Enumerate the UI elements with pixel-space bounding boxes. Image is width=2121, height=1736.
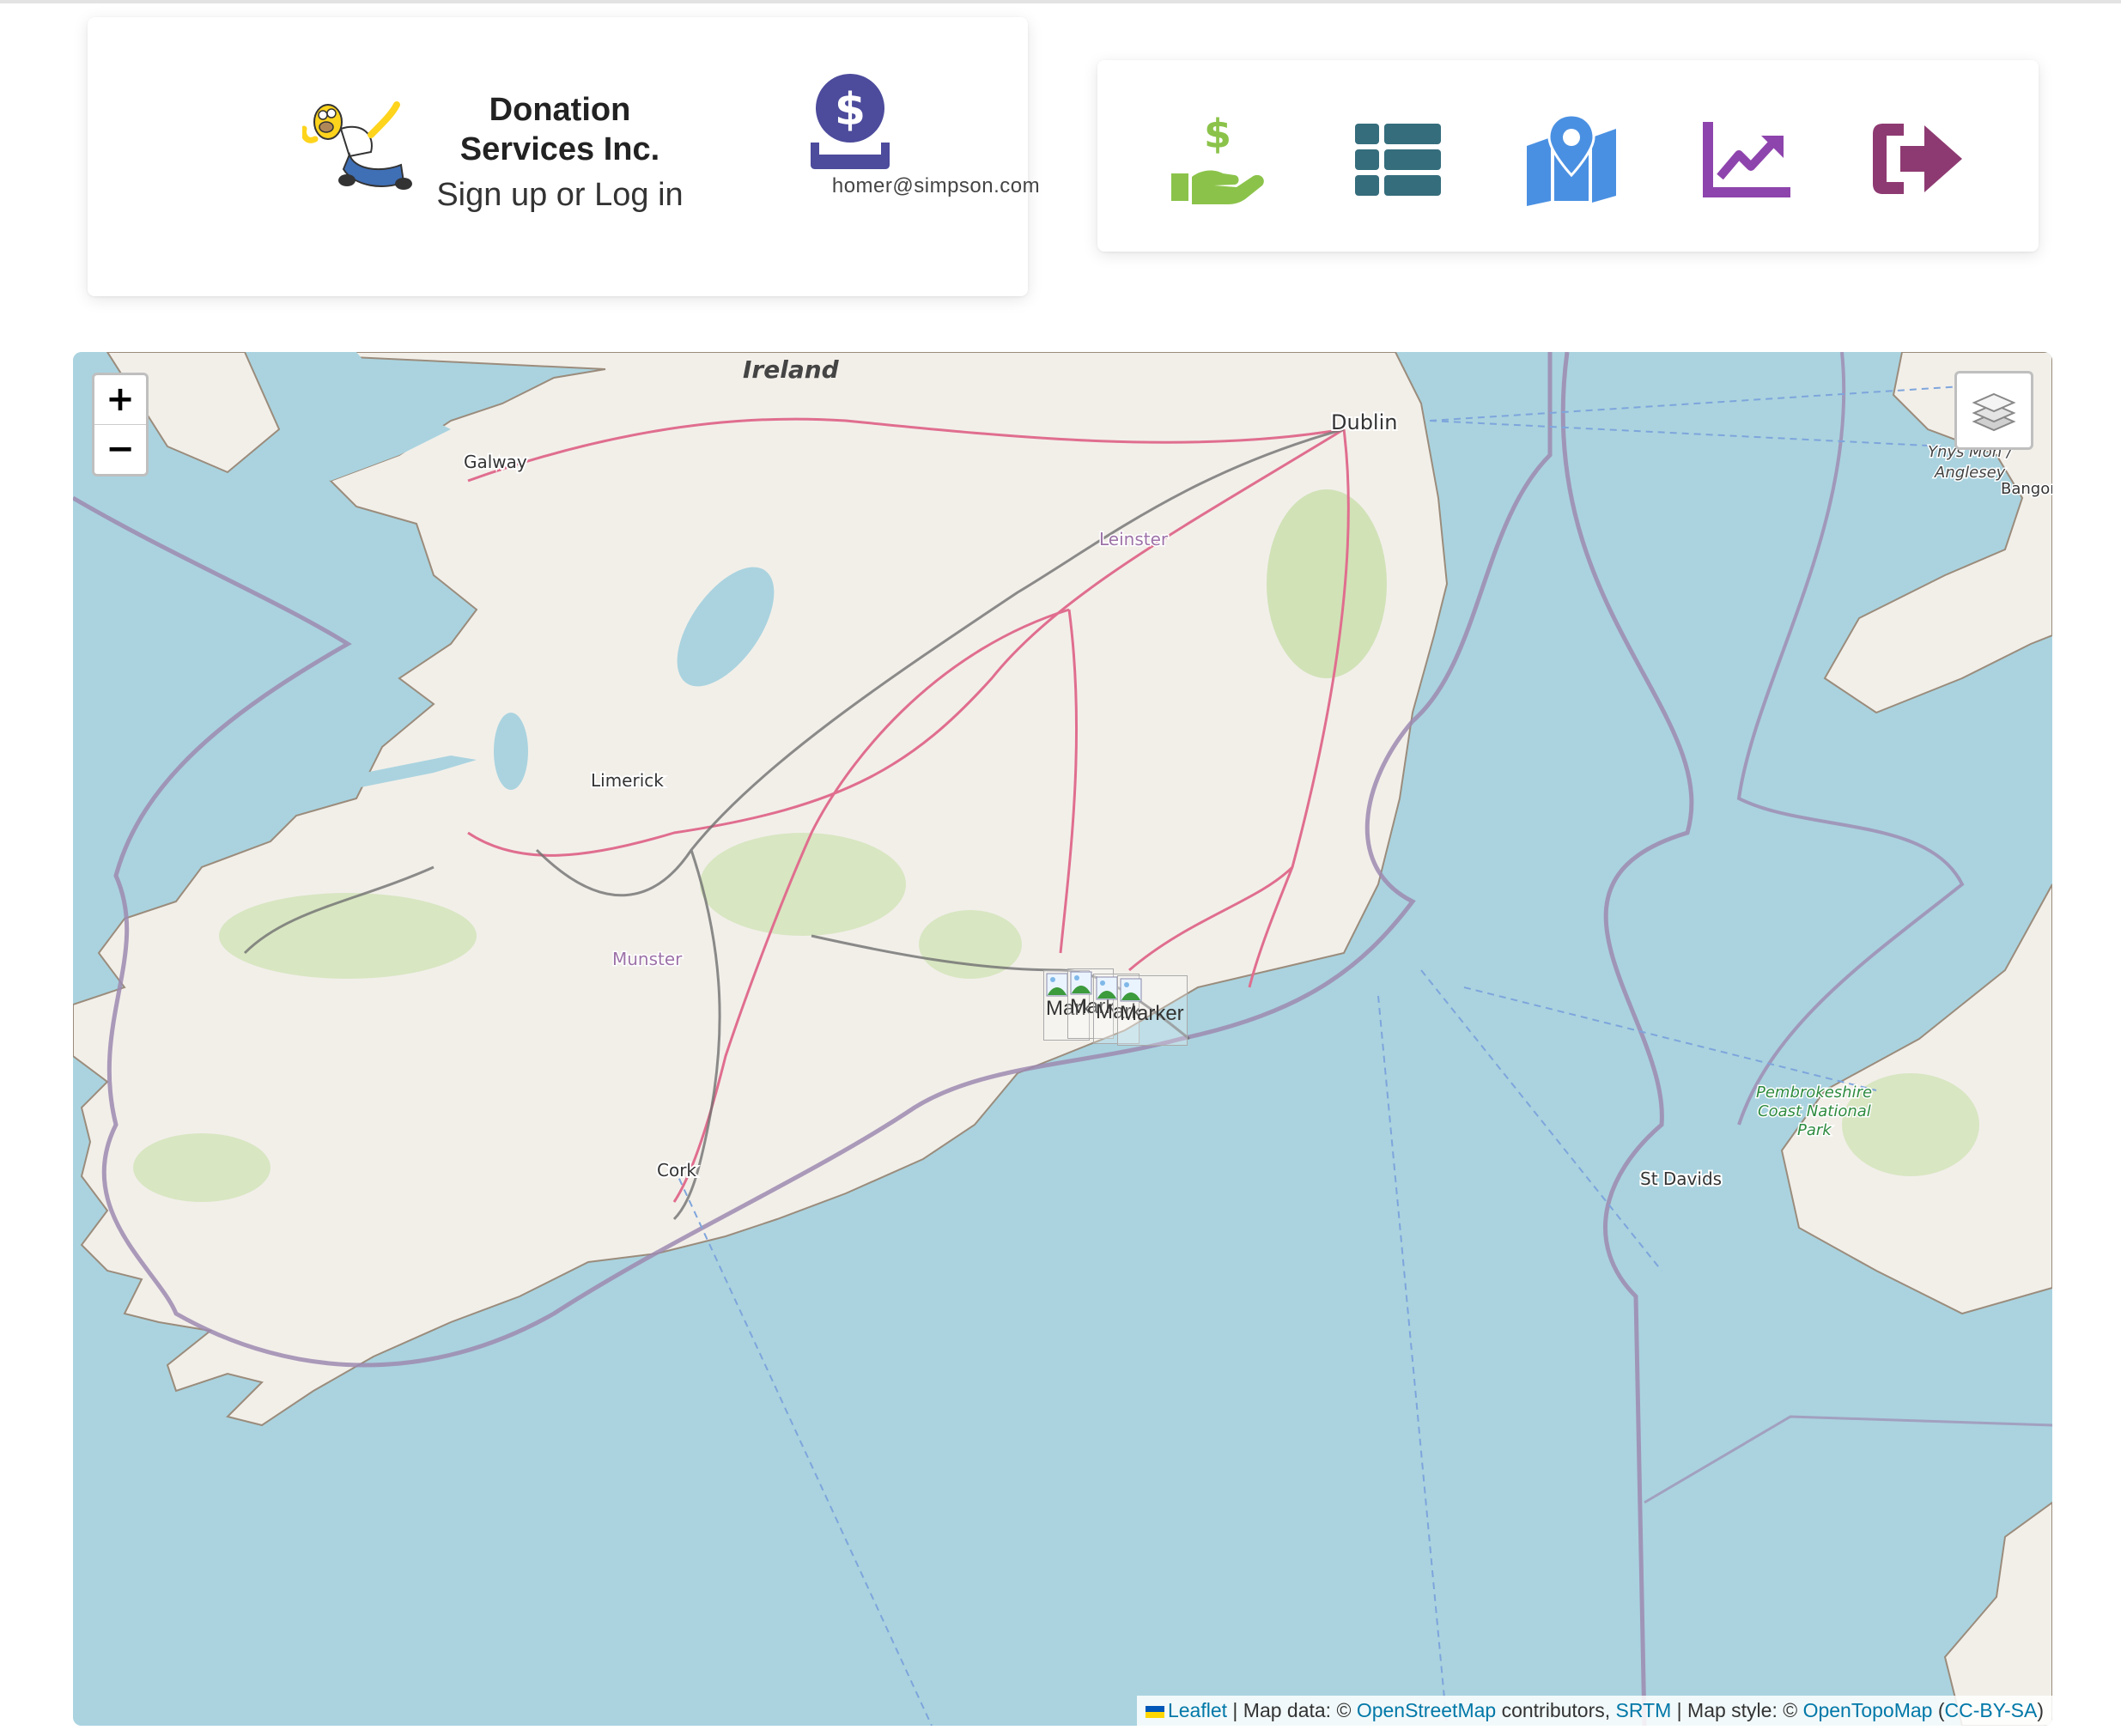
user-email: homer@simpson.com <box>831 174 1041 197</box>
app-title: Donation Services Inc. <box>459 92 660 167</box>
label-galway: Galway <box>464 452 527 472</box>
svg-text:$: $ <box>1204 112 1231 157</box>
ukraine-flag-icon <box>1145 1705 1164 1718</box>
sign-out-icon[interactable] <box>1866 112 1969 206</box>
list-icon[interactable] <box>1346 112 1449 206</box>
label-bangor: Bangor <box>2001 480 2052 498</box>
zoom-control: + − <box>92 373 149 476</box>
nav-card: $ <box>1097 60 2039 252</box>
attribution-text: ( <box>1932 1699 1945 1721</box>
srtm-link[interactable]: SRTM <box>1616 1699 1672 1721</box>
map-attribution: Leaflet | Map data: © OpenStreetMap cont… <box>1136 1696 2052 1726</box>
marker-label: Marker <box>1120 1002 1184 1025</box>
label-cork: Cork <box>657 1160 696 1181</box>
broken-image-icon <box>1120 978 1142 1002</box>
layers-icon <box>1972 392 2016 432</box>
chart-line-icon[interactable] <box>1694 112 1797 206</box>
zoom-out-button[interactable]: − <box>94 424 146 474</box>
user-donation-icon: $ <box>811 74 890 169</box>
label-pembrokeshire: Pembrokeshire <box>1756 1083 1872 1102</box>
label-st-davids: St Davids <box>1640 1168 1722 1189</box>
label-limerick: Limerick <box>591 770 664 791</box>
label-dublin: Dublin <box>1331 410 1397 434</box>
attribution-text: ) <box>2037 1699 2044 1721</box>
broken-image-icon <box>1070 971 1092 995</box>
top-border <box>0 0 2121 3</box>
homer-mascot-image <box>302 101 412 190</box>
label-leinster: Leinster <box>1099 529 1169 549</box>
donate-hand-icon[interactable]: $ <box>1166 112 1269 206</box>
map-marker-icon[interactable] <box>1520 112 1623 206</box>
broken-image-icon <box>1046 973 1068 997</box>
zoom-in-button[interactable]: + <box>94 375 146 424</box>
attribution-text: | Map data: © <box>1227 1699 1357 1721</box>
map-view[interactable]: Ireland Dublin Galway Leinster Limerick … <box>73 352 2052 1726</box>
openstreetmap-link[interactable]: OpenStreetMap <box>1357 1699 1496 1721</box>
leaflet-link[interactable]: Leaflet <box>1168 1699 1227 1721</box>
map-marker[interactable]: Marker <box>1117 975 1188 1046</box>
layers-control-button[interactable] <box>1954 371 2033 450</box>
cc-by-sa-link[interactable]: CC-BY-SA <box>1945 1699 2038 1721</box>
broken-image-icon <box>1096 976 1118 1000</box>
label-munster: Munster <box>612 949 683 969</box>
label-ireland: Ireland <box>743 355 840 384</box>
label-coast-national: Coast National <box>1758 1102 1871 1120</box>
brand-card: Donation Services Inc. Sign up or Log in… <box>88 17 1040 296</box>
svg-text:$: $ <box>835 84 866 136</box>
label-park: Park <box>1797 1121 1832 1139</box>
signup-login-link[interactable]: Sign up or Log in <box>431 173 689 216</box>
attribution-text: contributors, <box>1496 1699 1616 1721</box>
attribution-text: | Map style: © <box>1671 1699 1803 1721</box>
opentopomap-link[interactable]: OpenTopoMap <box>1803 1699 1933 1721</box>
label-anglesey: Anglesey <box>1934 464 2006 482</box>
